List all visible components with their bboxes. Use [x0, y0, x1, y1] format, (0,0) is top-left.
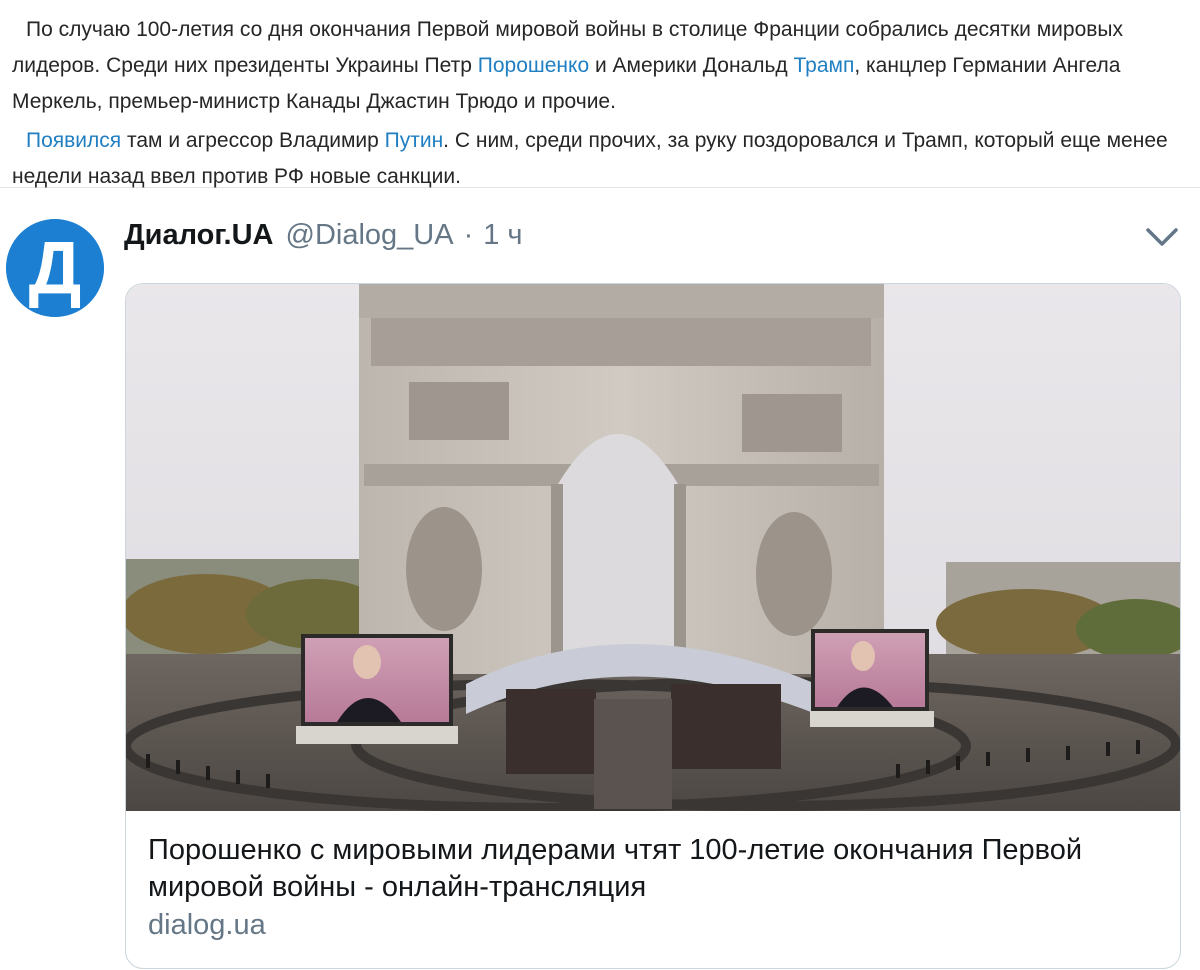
- article-paragraph-1: По случаю 100-летия со дня окончания Пер…: [12, 12, 1188, 120]
- embedded-tweet: Д Диалог.UA @Dialog_UA · 1 ч Порошенко с…: [0, 189, 1200, 970]
- card-domain[interactable]: dialog.ua: [148, 909, 266, 942]
- tweet-header: Диалог.UA @Dialog_UA · 1 ч: [124, 219, 523, 259]
- link-card[interactable]: Порошенко с мировыми лидерами чтят 100-л…: [125, 283, 1181, 969]
- article-text: По случаю 100-летия со дня окончания Пер…: [0, 0, 1200, 188]
- paragraph-text: и Америки Дональд: [589, 54, 794, 77]
- separator-dot: ·: [463, 219, 474, 251]
- link-trump[interactable]: Трамп: [794, 54, 855, 77]
- chevron-down-icon[interactable]: [1145, 225, 1179, 249]
- link-putin[interactable]: Путин: [385, 129, 444, 152]
- tweet-time[interactable]: 1 ч: [483, 219, 522, 252]
- article-paragraph-2: Появился там и агрессор Владимир Путин. …: [12, 123, 1188, 195]
- avatar[interactable]: Д: [6, 219, 104, 317]
- dialog-logo-icon: Д: [6, 219, 104, 317]
- arc-de-triomphe-photo: [126, 284, 1180, 811]
- author-name[interactable]: Диалог.UA: [124, 219, 274, 252]
- author-handle[interactable]: @Dialog_UA: [286, 219, 454, 252]
- link-poroshenko[interactable]: Порошенко: [478, 54, 589, 77]
- paragraph-text: там и агрессор Владимир: [121, 129, 385, 152]
- avatar-letter: Д: [29, 226, 82, 309]
- link-appeared[interactable]: Появился: [26, 129, 121, 152]
- card-title[interactable]: Порошенко с мировыми лидерами чтят 100-л…: [148, 832, 1158, 906]
